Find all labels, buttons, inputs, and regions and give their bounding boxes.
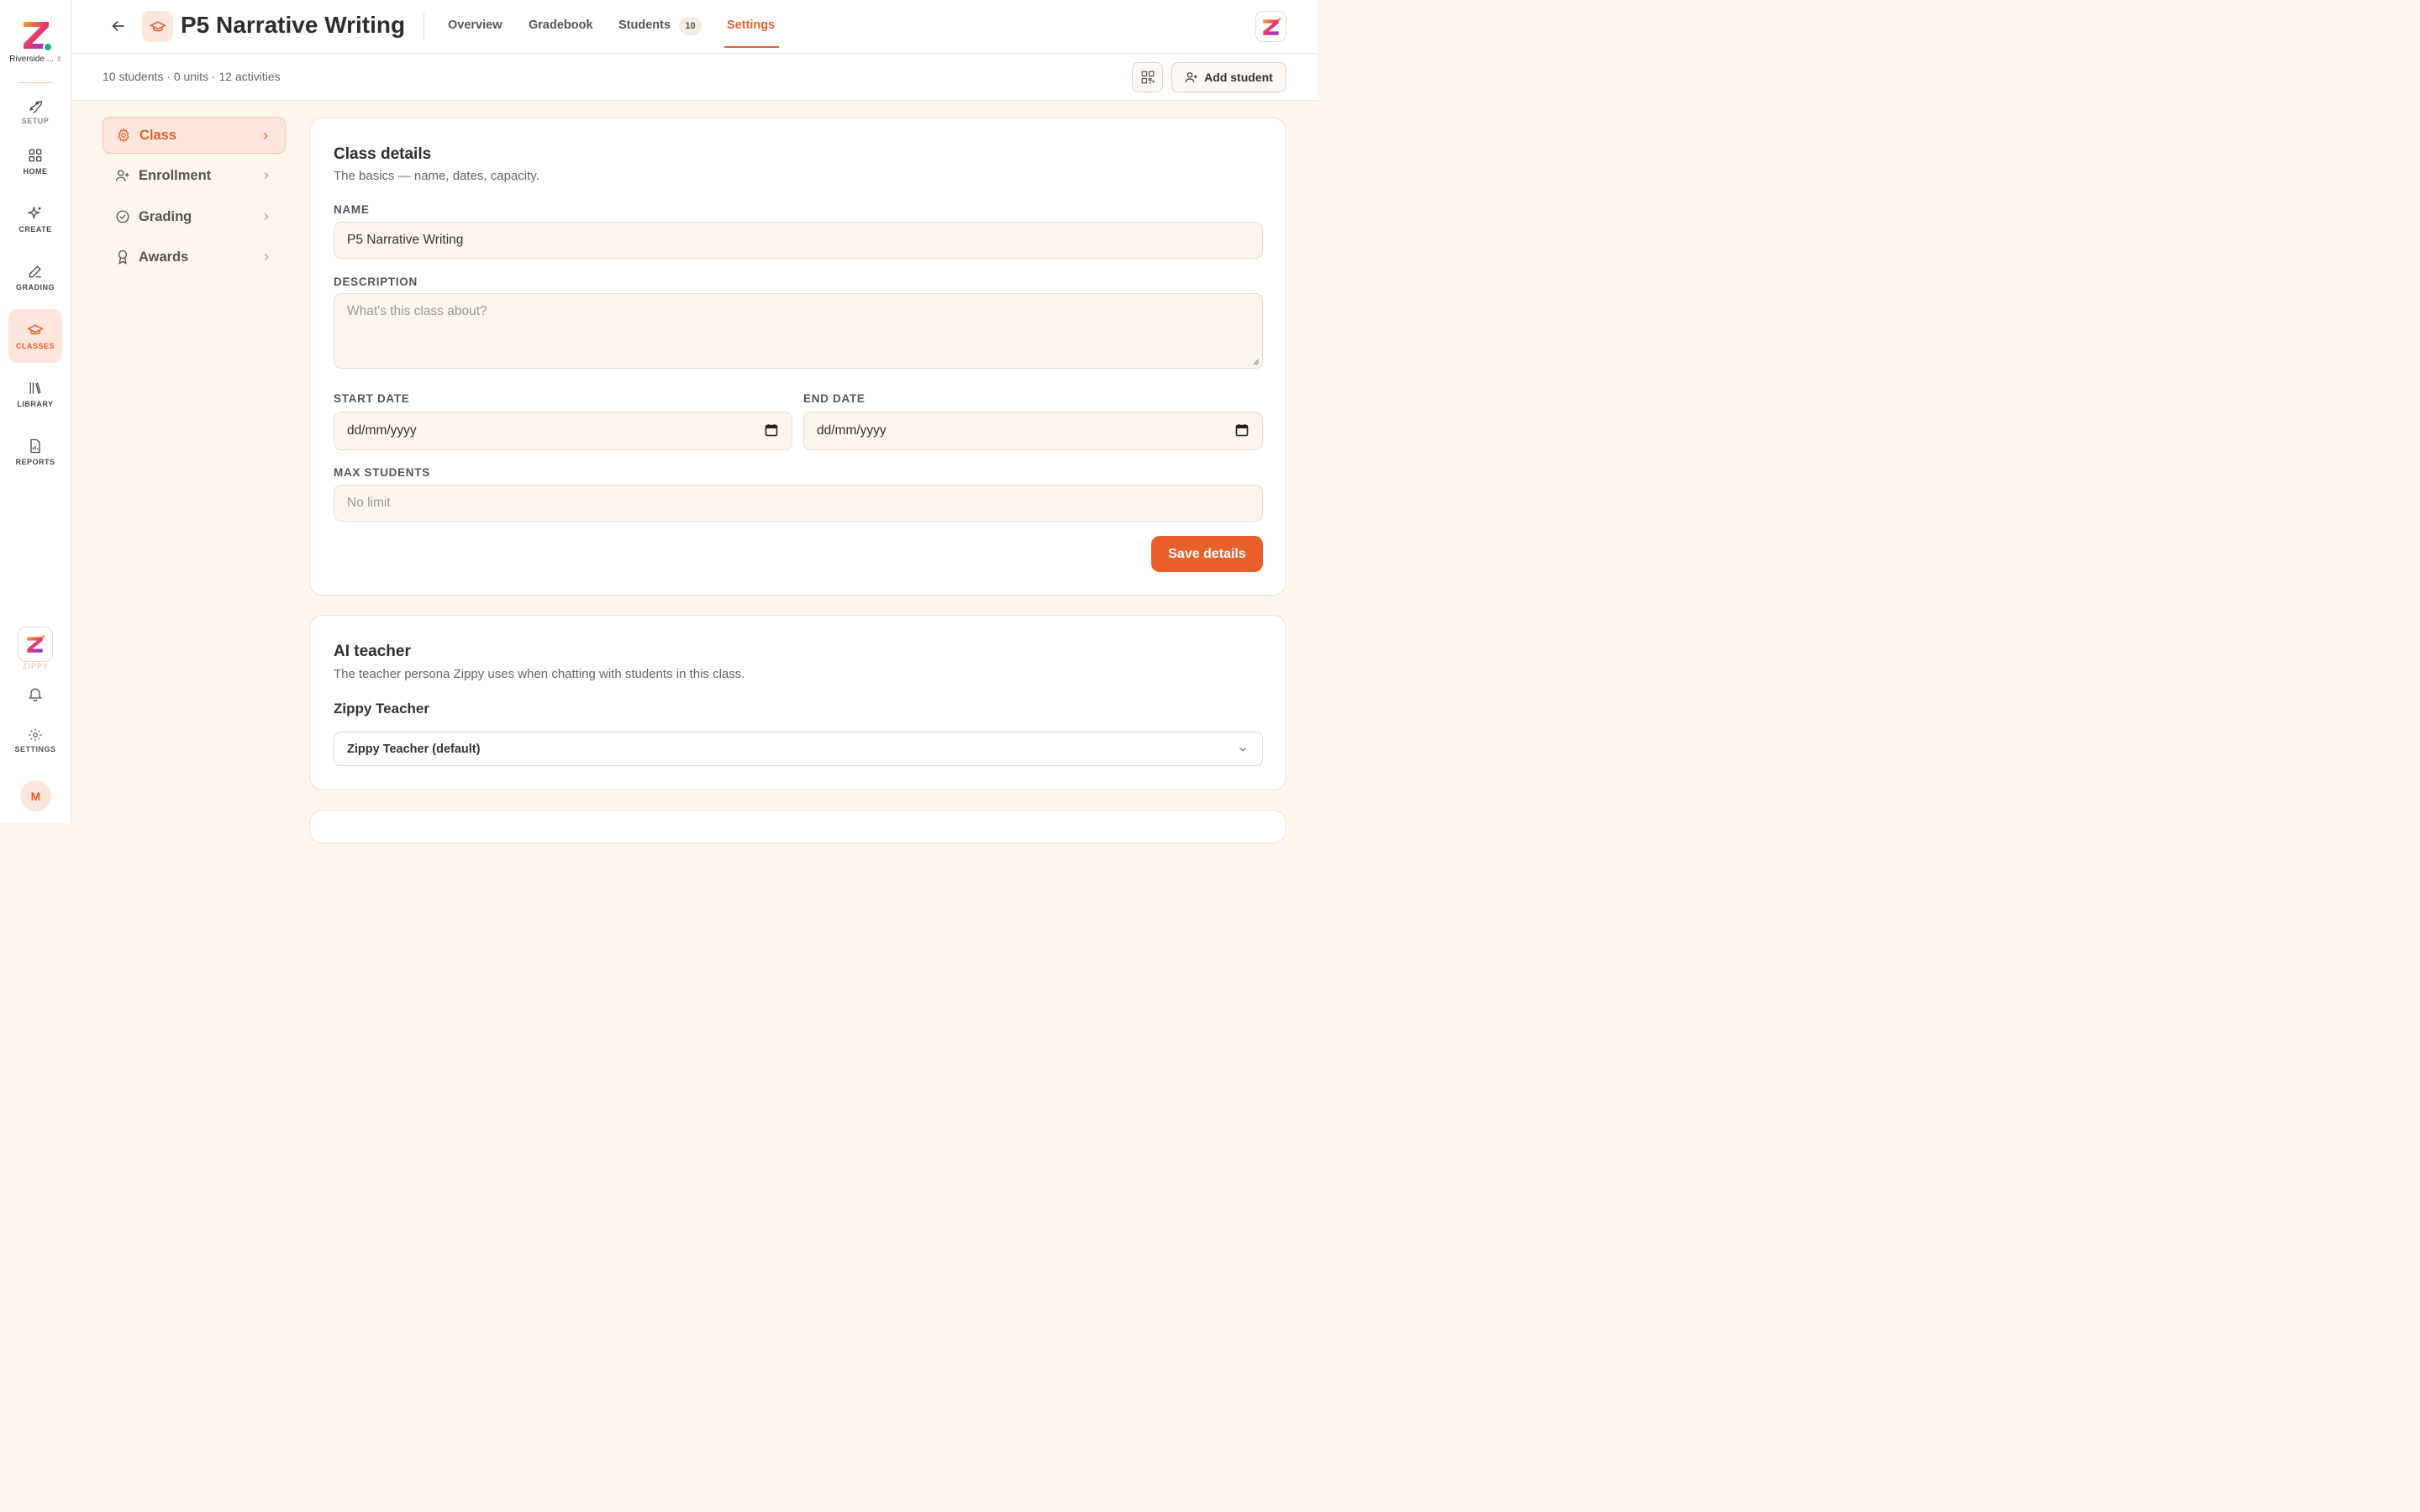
- resize-handle-icon[interactable]: [1253, 359, 1260, 365]
- graduation-cap-icon: [27, 324, 44, 335]
- chevron-right-icon: [264, 213, 269, 220]
- nav-library-label: LIBRARY: [17, 400, 54, 408]
- end-date-label: END DATE: [803, 392, 865, 405]
- award-icon: [118, 249, 128, 265]
- settings-menu-grading-label: Grading: [139, 208, 192, 224]
- pencil-icon: [29, 265, 41, 278]
- tab-settings[interactable]: Settings: [727, 18, 775, 32]
- zippy-label: ZIPPY: [22, 662, 49, 670]
- nav-home-label: HOME: [23, 167, 48, 176]
- nav-grading-label: GRADING: [16, 283, 55, 291]
- tab-gradebook[interactable]: Gradebook: [529, 18, 593, 32]
- nav-setup-label: SETUP: [21, 117, 50, 125]
- settings-menu-awards-label: Awards: [139, 249, 189, 265]
- settings-menu-class-label: Class: [139, 127, 177, 143]
- start-date-label: START DATE: [334, 392, 410, 405]
- grid-icon: [29, 149, 42, 162]
- zippy-icon: [27, 634, 46, 653]
- zippy-button[interactable]: [18, 627, 53, 662]
- nav-library[interactable]: LIBRARY: [8, 367, 62, 421]
- user-plus-icon: [115, 170, 129, 181]
- nav-home[interactable]: HOME: [8, 134, 62, 188]
- nav-reports[interactable]: REPORTS: [8, 425, 62, 479]
- calendar-icon[interactable]: [765, 423, 778, 437]
- bell-icon[interactable]: [27, 685, 44, 702]
- sparkles-icon: [27, 206, 41, 220]
- teacher-persona-select[interactable]: Zippy Teacher (default): [334, 732, 1263, 766]
- nav-setup[interactable]: SETUP: [8, 84, 62, 138]
- nav-settings-label: SETTINGS: [14, 745, 56, 753]
- report-icon: [30, 438, 40, 454]
- card-title: Class details: [334, 145, 432, 163]
- class-stats: 10 students · 0 units · 12 activities: [103, 70, 281, 83]
- name-label: NAME: [334, 203, 370, 216]
- qr-code-button[interactable]: [1132, 62, 1163, 92]
- avatar[interactable]: M: [20, 780, 51, 811]
- card-subtitle: The teacher persona Zippy uses when chat…: [334, 667, 745, 681]
- start-date-field[interactable]: dd/mm/yyyy: [334, 412, 792, 450]
- left-rail: Riverside ... ⇕ SETUP HOME CREATE GRADING…: [0, 0, 71, 823]
- chevron-down-icon: [1239, 747, 1246, 752]
- tab-students[interactable]: Students: [618, 18, 671, 32]
- zippy-icon: [1262, 16, 1281, 35]
- settings-menu-class[interactable]: Class: [103, 117, 286, 154]
- chevron-right-icon: [263, 133, 268, 139]
- back-arrow-icon[interactable]: [109, 17, 128, 35]
- check-circle-icon: [116, 210, 129, 223]
- next-settings-card: [309, 810, 1286, 843]
- tab-overview[interactable]: Overview: [448, 18, 502, 32]
- zippy-assistant-button[interactable]: [1255, 11, 1286, 42]
- card-subtitle: The basics — name, dates, capacity.: [334, 169, 539, 183]
- card-title: AI teacher: [334, 643, 411, 660]
- end-date-value: dd/mm/yyyy: [817, 423, 886, 438]
- persona-label: Zippy Teacher: [334, 701, 429, 717]
- online-status-dot: [43, 42, 53, 52]
- calendar-icon[interactable]: [1235, 423, 1249, 437]
- add-student-label: Add student: [1204, 71, 1273, 84]
- settings-menu-enrollment-label: Enrollment: [139, 167, 212, 183]
- rocket-icon: [29, 101, 43, 113]
- graduation-cap-icon: [149, 20, 166, 31]
- add-student-button[interactable]: Add student: [1171, 62, 1286, 92]
- description-placeholder: What's this class about?: [347, 304, 487, 318]
- end-date-field[interactable]: dd/mm/yyyy: [803, 412, 1263, 450]
- nav-grading[interactable]: GRADING: [8, 250, 62, 304]
- class-icon-badge: [142, 11, 173, 42]
- rail-divider: [18, 82, 53, 83]
- gear-icon: [118, 128, 129, 143]
- chevron-right-icon: [264, 254, 269, 260]
- teacher-persona-value: Zippy Teacher (default): [347, 742, 481, 756]
- active-tab-indicator: [724, 46, 779, 48]
- description-label: DESCRIPTION: [334, 276, 418, 288]
- top-bar: P5 Narrative Writing Overview Gradebook …: [71, 0, 1318, 54]
- page-title: P5 Narrative Writing: [181, 12, 406, 38]
- org-name: Riverside ...: [9, 55, 55, 64]
- nav-create-label: CREATE: [18, 225, 52, 234]
- max-students-label: MAX STUDENTS: [334, 466, 430, 479]
- nav-reports-label: REPORTS: [15, 458, 55, 466]
- max-students-field[interactable]: No limit: [334, 485, 1263, 522]
- class-details-card: Class details The basics — name, dates, …: [309, 118, 1286, 596]
- nav-classes[interactable]: CLASSES: [8, 309, 62, 363]
- qr-code-icon: [1141, 71, 1154, 84]
- settings-menu-enrollment[interactable]: Enrollment: [103, 157, 286, 194]
- user-plus-icon: [1185, 72, 1197, 83]
- description-field[interactable]: What's this class about?: [334, 293, 1263, 369]
- settings-menu-grading[interactable]: Grading: [103, 198, 286, 235]
- save-details-button[interactable]: Save details: [1151, 536, 1263, 572]
- chevron-updown-icon: ⇕: [56, 55, 62, 63]
- settings-menu-awards[interactable]: Awards: [103, 239, 286, 276]
- ai-teacher-card: AI teacher The teacher persona Zippy use…: [309, 615, 1286, 790]
- nav-settings[interactable]: SETTINGS: [8, 727, 62, 763]
- start-date-value: dd/mm/yyyy: [347, 423, 417, 438]
- sub-header: 10 students · 0 units · 12 activities Ad…: [71, 54, 1318, 101]
- org-switcher[interactable]: Riverside ... ⇕: [0, 55, 71, 64]
- books-icon: [29, 382, 41, 394]
- name-field[interactable]: P5 Narrative Writing: [334, 222, 1263, 259]
- nav-create[interactable]: CREATE: [8, 192, 62, 246]
- chevron-right-icon: [264, 172, 269, 179]
- students-count-badge: 10: [679, 17, 702, 35]
- gear-icon: [29, 728, 42, 742]
- nav-classes-label: CLASSES: [15, 342, 55, 350]
